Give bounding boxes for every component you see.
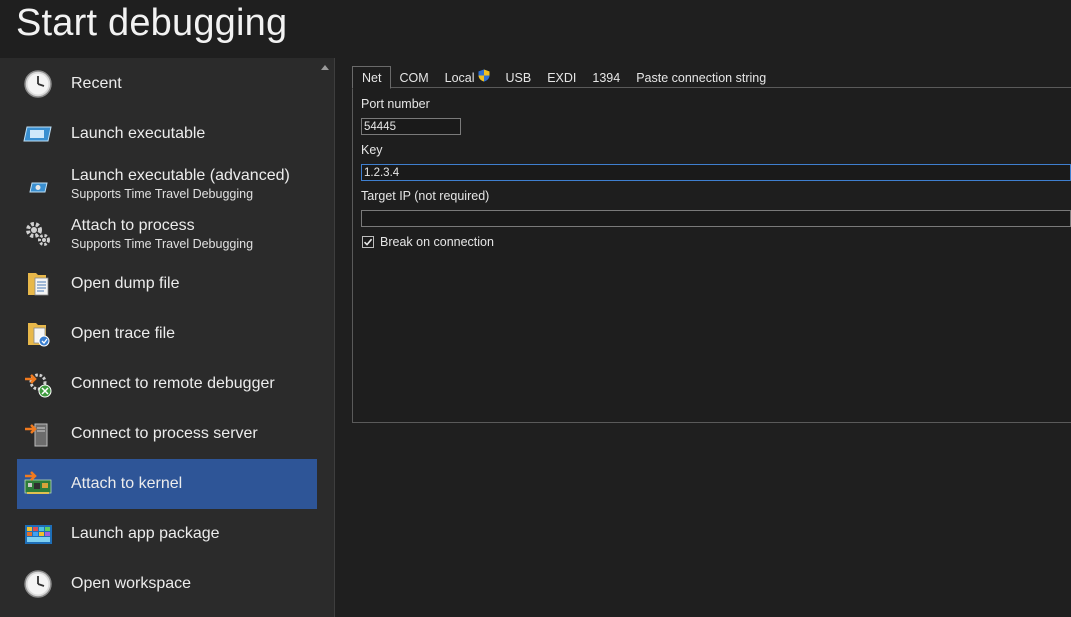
app-package-icon [23,519,53,549]
tab-local[interactable]: Local [437,68,498,88]
checkmark-icon [363,238,373,246]
sidebar-item-label: Open workspace [71,575,192,592]
sidebar-item-open-workspace[interactable]: Open workspace [17,559,317,609]
process-server-icon [23,419,53,449]
target-ip-field[interactable] [361,210,1071,227]
sidebar-divider [334,58,335,617]
sidebar-item-label: Attach to kernel [71,475,183,492]
key-field[interactable] [361,164,1071,181]
sidebar-item-connect-remote-debugger[interactable]: Connect to remote debugger [17,359,317,409]
sidebar-item-open-dump-file[interactable]: Open dump file [17,259,317,309]
sidebar-item-recent[interactable]: Recent [17,59,317,109]
connection-panel [352,87,1071,423]
sidebar-item-label: Attach to process [71,217,195,234]
tab-net[interactable]: Net [352,66,392,89]
gears-icon [23,219,53,249]
key-label: Key [361,143,383,157]
clock-icon [23,569,53,599]
trace-file-icon [23,319,53,349]
break-on-connection-row[interactable]: Break on connection [362,235,494,249]
tab-1394[interactable]: 1394 [584,68,628,88]
sidebar-item-launch-executable-advanced[interactable]: Launch executable (advanced) Supports Ti… [17,159,317,209]
sidebar-item-attach-to-process[interactable]: Attach to process Supports Time Travel D… [17,209,317,259]
sidebar-item-label: Open dump file [71,275,180,292]
kernel-card-icon [23,469,53,499]
sidebar-item-attach-to-kernel[interactable]: Attach to kernel [17,459,317,509]
sidebar-item-sublabel: Supports Time Travel Debugging [71,237,254,251]
tab-com[interactable]: COM [391,68,436,88]
sidebar-item-launch-executable[interactable]: Launch executable [17,109,317,159]
port-number-field[interactable] [361,118,461,135]
tab-local-label: Local [444,71,475,85]
scroll-up-icon[interactable] [321,65,329,70]
sidebar-item-sublabel: Supports Time Travel Debugging [71,187,254,201]
sidebar-item-open-trace-file[interactable]: Open trace file [17,309,317,359]
sidebar-item-label: Recent [71,75,122,92]
break-on-connection-label: Break on connection [380,235,494,249]
target-ip-label: Target IP (not required) [361,189,490,203]
sidebar-item-label: Launch executable (advanced) [71,167,290,184]
remote-debugger-icon [23,369,53,399]
sidebar-item-label: Launch app package [71,525,220,542]
sidebar-item-label: Launch executable [71,125,206,142]
tab-usb[interactable]: USB [498,68,540,88]
page-title: Start debugging [16,2,288,44]
executable-window-icon [23,119,53,149]
sidebar-item-label: Connect to remote debugger [71,375,275,392]
connection-tabs: Net COM Local USB EXDI 1394 Paste connec… [352,66,774,89]
tab-exdi[interactable]: EXDI [539,68,584,88]
tab-paste-connection-string[interactable]: Paste connection string [628,68,774,88]
sidebar-item-label: Connect to process server [71,425,258,442]
sidebar-item-launch-app-package[interactable]: Launch app package [17,509,317,559]
sidebar-item-label: Open trace file [71,325,176,342]
uac-shield-icon [478,68,490,88]
sidebar-item-connect-process-server[interactable]: Connect to process server [17,409,317,459]
clock-icon [23,69,53,99]
port-number-label: Port number [361,97,430,111]
dump-file-icon [23,269,53,299]
break-on-connection-checkbox[interactable] [362,236,374,248]
executable-advanced-icon [23,169,53,199]
